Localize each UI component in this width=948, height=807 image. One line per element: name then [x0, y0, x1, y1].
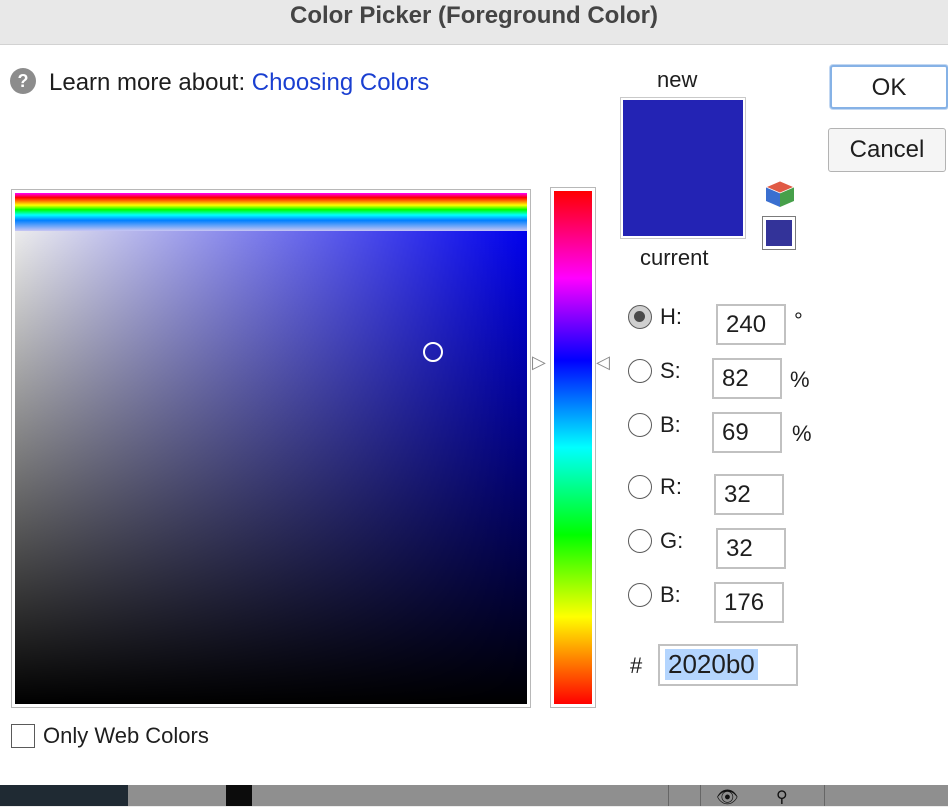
saturation-input[interactable]: 82 — [712, 358, 782, 399]
brightness-input[interactable]: 69 — [712, 412, 782, 453]
red-input[interactable]: 32 — [714, 474, 784, 515]
slider-left-arrow-icon[interactable]: ▷ — [532, 353, 548, 371]
radio-hue[interactable] — [628, 305, 652, 329]
color-field-frame — [11, 189, 531, 708]
green-input[interactable]: 32 — [716, 528, 786, 569]
hex-input-value: 2020b0 — [665, 649, 758, 680]
hue-label: H: — [660, 304, 682, 329]
web-safe-color-swatch[interactable] — [762, 216, 796, 250]
radio-blue[interactable] — [628, 583, 652, 607]
panel-divider — [668, 785, 669, 806]
radio-red[interactable] — [628, 475, 652, 499]
hue-slider-frame — [550, 187, 596, 708]
web-safe-color-fill — [766, 220, 792, 246]
radio-saturation[interactable] — [628, 359, 652, 383]
title-bar: Color Picker (Foreground Color) — [0, 0, 948, 45]
brightness-unit: % — [792, 421, 812, 446]
brush-icon[interactable]: ⚲ — [776, 787, 790, 806]
blue-input[interactable]: 176 — [714, 582, 784, 623]
ok-button[interactable]: OK — [830, 65, 948, 109]
current-label: current — [640, 245, 709, 270]
blue-label: B: — [660, 582, 681, 607]
brightness-label: B: — [660, 412, 681, 437]
hex-input[interactable]: 2020b0 — [658, 644, 798, 686]
only-web-colors-checkbox[interactable] — [11, 724, 35, 748]
learn-more-prefix: Learn more about: — [49, 69, 246, 96]
degree-unit: ° — [794, 308, 803, 333]
question-icon[interactable]: ? — [10, 68, 36, 94]
hue-slider[interactable] — [554, 191, 592, 704]
panel-divider — [700, 785, 701, 806]
cube-icon[interactable] — [764, 179, 796, 209]
color-field-cursor[interactable] — [423, 342, 443, 362]
radio-brightness[interactable] — [628, 413, 652, 437]
saturation-label: S: — [660, 358, 681, 383]
new-label: new — [657, 67, 698, 92]
color-field[interactable] — [15, 193, 527, 704]
only-web-colors-label: Only Web Colors — [43, 723, 209, 748]
color-field-top-band — [15, 193, 527, 231]
eye-icon[interactable]: 👁 — [716, 788, 744, 806]
color-swatch-preview — [620, 97, 746, 239]
panel-divider — [824, 785, 825, 806]
green-label: G: — [660, 528, 684, 553]
cancel-button[interactable]: Cancel — [828, 128, 946, 172]
hex-label: # — [630, 653, 643, 678]
slider-right-arrow-icon[interactable]: ◁ — [596, 353, 612, 371]
background-dark-block — [226, 785, 252, 806]
red-label: R: — [660, 474, 682, 499]
saturation-unit: % — [790, 367, 810, 392]
radio-green[interactable] — [628, 529, 652, 553]
new-color-swatch — [623, 100, 743, 168]
background-image-area — [0, 785, 128, 806]
choosing-colors-link[interactable]: Choosing Colors — [252, 69, 429, 96]
hue-input[interactable]: 240 — [716, 304, 786, 345]
window-title: Color Picker (Foreground Color) — [289, 2, 658, 29]
current-color-swatch[interactable] — [623, 168, 743, 236]
learn-more-text: Learn more about: Choosing Colors — [49, 68, 429, 98]
background-app-strip: 👁 ⚲ — [0, 785, 948, 806]
